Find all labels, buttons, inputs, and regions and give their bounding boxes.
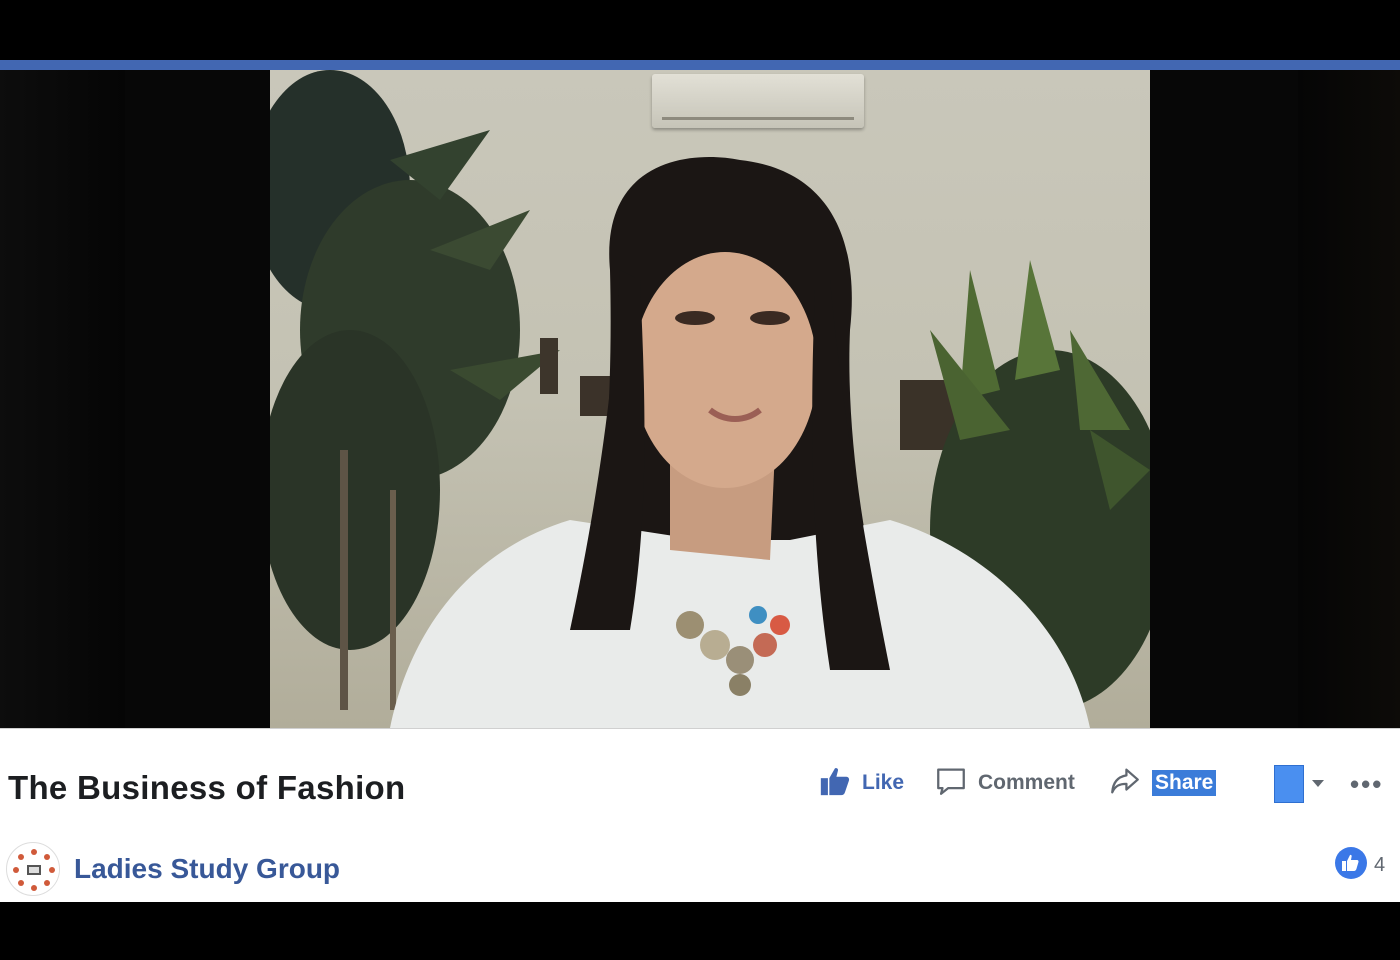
share-arrow-icon (1108, 764, 1142, 803)
page-info: Ladies Study Group (6, 841, 340, 897)
air-conditioner (652, 74, 864, 128)
facebook-blue-bar (0, 60, 1400, 70)
video-side-left (0, 70, 125, 728)
ellipsis-icon[interactable]: ••• (1350, 769, 1383, 800)
like-reaction-icon (1334, 846, 1368, 885)
face (633, 252, 817, 488)
thumbs-up-icon (818, 764, 852, 803)
like-button[interactable]: Like (818, 765, 904, 801)
page-name-link[interactable]: Ladies Study Group (74, 853, 340, 885)
reaction-count: 4 (1374, 853, 1386, 876)
like-label: Like (862, 771, 905, 794)
top-letterbox (0, 0, 1400, 60)
comment-button[interactable]: Comment (934, 765, 1075, 801)
wall-frame-mid (580, 376, 610, 416)
speech-bubble-icon (934, 764, 968, 803)
page-avatar[interactable] (6, 842, 60, 896)
caret-down-icon[interactable] (1310, 775, 1326, 796)
video-player[interactable] (0, 70, 1400, 728)
bottom-letterbox (0, 902, 1400, 960)
video-side-right (1298, 70, 1400, 728)
video-content (270, 70, 1150, 728)
video-title: The Business of Fashion (8, 769, 406, 806)
post-as-selector[interactable] (1274, 765, 1304, 803)
reaction-summary[interactable]: 4 (1334, 846, 1386, 885)
video-meta-bar: The Business of Fashion Like Comment Sha… (0, 728, 1400, 903)
comment-label: Comment (978, 771, 1075, 794)
wall-frame-left (540, 338, 558, 394)
share-button[interactable]: Share (1108, 764, 1217, 803)
video-frame[interactable] (270, 70, 1150, 728)
share-label: Share (1152, 770, 1217, 796)
group-logo (9, 845, 59, 895)
